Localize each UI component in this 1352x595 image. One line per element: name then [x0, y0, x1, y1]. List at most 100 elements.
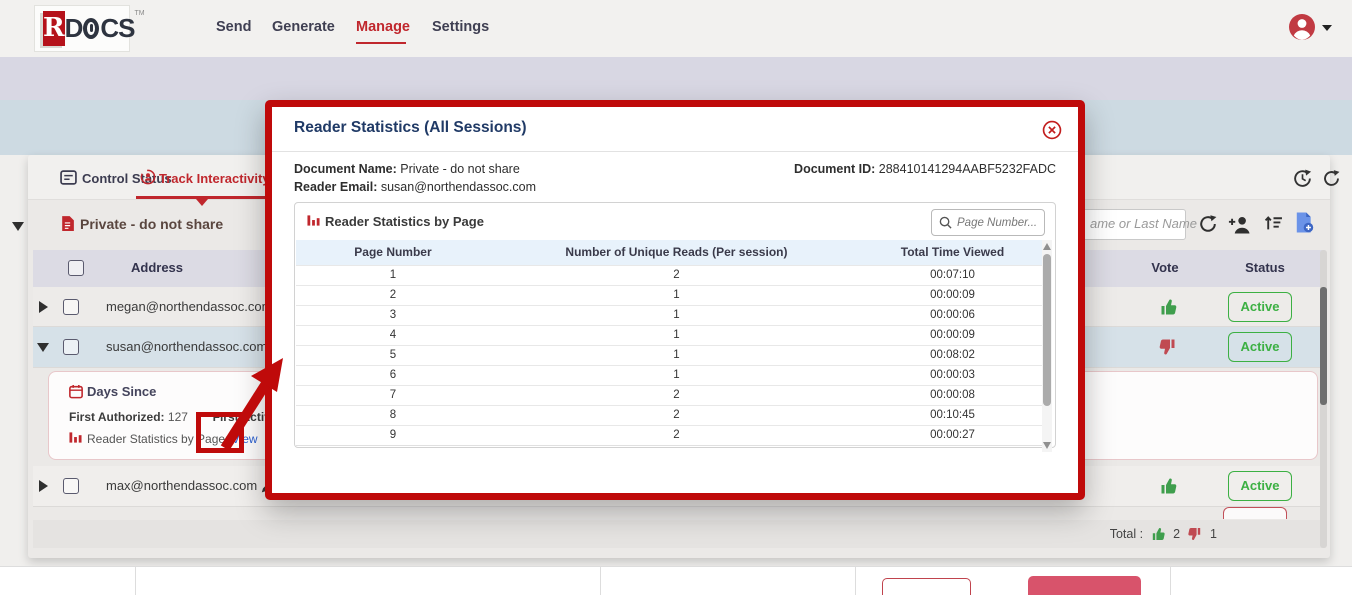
- stats-cell: 2: [490, 425, 863, 445]
- search-icon: [939, 216, 952, 229]
- stats-cell: 3: [296, 305, 490, 325]
- first-authorized-value: 127: [168, 410, 188, 424]
- collapse-caret[interactable]: [37, 343, 49, 352]
- bottom-table-row: [0, 566, 1352, 595]
- divider: [600, 566, 601, 595]
- reader-list-scrollbar-thumb[interactable]: [1320, 287, 1327, 405]
- stats-cell: 00:00:09: [863, 325, 1042, 345]
- reader-email: susan@northendassoc.com: [106, 339, 267, 354]
- reader-checkbox[interactable]: [63, 478, 79, 494]
- nav-item-manage[interactable]: Manage: [356, 19, 410, 35]
- stats-col-page-number: Page Number: [296, 240, 490, 265]
- stats-row: 9200:00:27: [296, 425, 1042, 445]
- user-avatar-icon[interactable]: [1288, 13, 1316, 41]
- partial-status-button[interactable]: [1223, 507, 1287, 519]
- bar-chart-icon: [307, 214, 320, 227]
- modal-title: Reader Statistics (All Sessions): [294, 119, 527, 137]
- status-active-button[interactable]: Active: [1228, 471, 1292, 501]
- top-nav: R DCS TM Send Generate Manage Settings: [0, 0, 1352, 57]
- active-tab-pointer: [196, 199, 208, 206]
- thumbs-up-icon: [1150, 526, 1166, 542]
- modal-reader-email: Reader Email: susan@northendassoc.com: [294, 180, 536, 194]
- reader-email: max@northendassoc.com: [106, 478, 257, 493]
- collapse-row-caret[interactable]: [12, 222, 24, 231]
- add-user-icon[interactable]: [1228, 215, 1252, 234]
- scroll-up-arrow[interactable]: [1043, 243, 1051, 250]
- stats-cell: 7: [296, 385, 490, 405]
- reader-email-label: Reader Email:: [294, 180, 377, 194]
- reader-select-all-checkbox[interactable]: [68, 260, 84, 276]
- stats-cell: 1: [490, 305, 863, 325]
- cutoff-solid-button[interactable]: [1028, 576, 1141, 595]
- bar-chart-icon: [69, 431, 82, 444]
- stats-row: 8200:10:45: [296, 405, 1042, 425]
- cutoff-outline-button[interactable]: [882, 578, 971, 595]
- avatar-dropdown-caret[interactable]: [1322, 25, 1332, 31]
- reader-email: megan@northendassoc.com: [106, 299, 272, 314]
- stats-cell: 00:00:06: [863, 305, 1042, 325]
- control-status-icon: [60, 170, 77, 185]
- stats-scrollbar[interactable]: [1042, 240, 1052, 452]
- stats-cell: 00:08:02: [863, 345, 1042, 365]
- track-interactivity-icon: [140, 169, 156, 185]
- nav-item-generate[interactable]: Generate: [272, 19, 335, 35]
- tab-track-interactivity[interactable]: Track Interactivity: [159, 171, 270, 186]
- stats-scrollbar-thumb[interactable]: [1043, 254, 1051, 406]
- stats-cell: 2: [490, 385, 863, 405]
- modal-doc-name: Document Name: Private - do not share: [294, 162, 520, 176]
- status-active-button[interactable]: Active: [1228, 292, 1292, 322]
- vote-total-strip: Total : 2 1: [33, 520, 1325, 548]
- doc-name-label: Document Name:: [294, 162, 397, 176]
- nav-item-send[interactable]: Send: [216, 19, 251, 35]
- close-icon[interactable]: [1042, 120, 1062, 140]
- total-down-count: 1: [1210, 527, 1217, 541]
- history-icon[interactable]: [1292, 168, 1313, 189]
- stats-row: 2100:00:09: [296, 285, 1042, 305]
- reader-checkbox[interactable]: [63, 299, 79, 315]
- modal-doc-id: Document ID: 288410141294AABF5232FADC: [794, 162, 1056, 176]
- refresh-icon[interactable]: [1322, 169, 1341, 188]
- stats-cell: 1: [490, 285, 863, 305]
- logo-trademark: TM: [135, 10, 145, 17]
- doc-name-value: Private - do not share: [400, 162, 520, 176]
- stats-row: 5100:08:02: [296, 345, 1042, 365]
- logo-letter-d: D: [65, 13, 83, 44]
- stats-row: 7200:00:08: [296, 385, 1042, 405]
- col-vote: Vote: [1135, 260, 1195, 275]
- export-document-icon[interactable]: [1294, 211, 1314, 234]
- expand-caret[interactable]: [39, 480, 48, 492]
- stats-cell: 8: [296, 405, 490, 425]
- stats-cell: 1: [490, 325, 863, 345]
- status-active-button[interactable]: Active: [1228, 332, 1292, 362]
- stats-col-total-time: Total Time Viewed: [863, 240, 1042, 265]
- document-title: Private - do not share: [80, 216, 223, 232]
- stats-panel: Reader Statistics by Page Page Number...…: [294, 202, 1056, 448]
- stats-cell: 1: [490, 365, 863, 385]
- stats-cell: 9: [296, 425, 490, 445]
- scroll-down-arrow[interactable]: [1043, 442, 1051, 449]
- stats-row: 3100:00:06: [296, 305, 1042, 325]
- refresh-list-icon[interactable]: [1198, 214, 1218, 234]
- logo-letters-cs: CS: [100, 13, 134, 44]
- nav-item-settings[interactable]: Settings: [432, 19, 489, 35]
- stats-panel-title: Reader Statistics by Page: [325, 214, 484, 229]
- logo-r-mark: R: [43, 11, 65, 46]
- stats-row: 1200:07:10: [296, 265, 1042, 285]
- divider: [1170, 566, 1171, 595]
- stats-cell: 00:07:10: [863, 265, 1042, 285]
- reader-statistics-modal: Reader Statistics (All Sessions) Documen…: [265, 100, 1085, 500]
- stats-cell: 00:00:27: [863, 425, 1042, 445]
- divider: [855, 566, 856, 595]
- page-number-search-input[interactable]: Page Number...: [931, 209, 1045, 236]
- expand-caret[interactable]: [39, 301, 48, 313]
- vote-icon: [1158, 476, 1180, 496]
- nav-active-underline: [356, 42, 406, 44]
- sort-list-icon[interactable]: [1264, 214, 1283, 232]
- page-number-placeholder: Page Number...: [957, 217, 1037, 229]
- reader-checkbox[interactable]: [63, 339, 79, 355]
- first-authorized-label: First Authorized:: [69, 410, 165, 424]
- lock-icon: [83, 18, 99, 39]
- rdocs-logo[interactable]: R DCS TM: [34, 5, 130, 52]
- reader-search-placeholder: ame or Last Name: [1090, 216, 1197, 231]
- stats-table-body: 1200:07:102100:00:093100:00:064100:00:09…: [296, 265, 1042, 445]
